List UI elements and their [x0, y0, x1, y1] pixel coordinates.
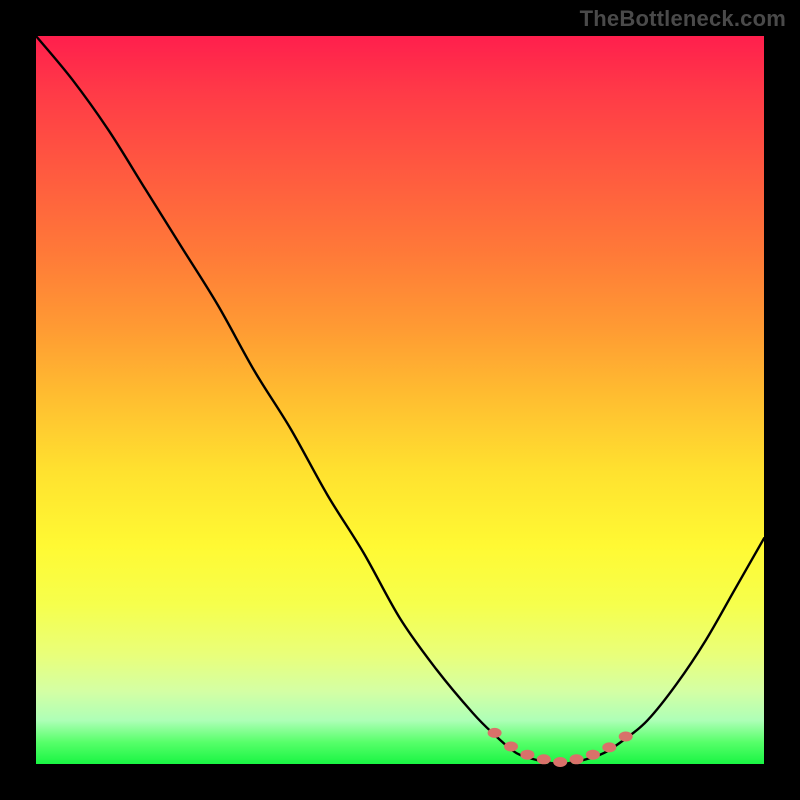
chart-frame: TheBottleneck.com	[0, 0, 800, 800]
valley-dot	[570, 754, 584, 764]
valley-dot	[537, 754, 551, 764]
valley-dot	[488, 728, 502, 738]
chart-overlay	[36, 36, 764, 764]
valley-dot	[553, 757, 567, 767]
valley-dot	[520, 750, 534, 760]
bottleneck-curve	[36, 36, 764, 764]
plot-area	[36, 36, 764, 764]
minimum-dots	[488, 728, 633, 767]
valley-dot	[586, 750, 600, 760]
watermark-text: TheBottleneck.com	[580, 6, 786, 32]
valley-dot	[504, 742, 518, 752]
valley-dot	[602, 742, 616, 752]
valley-dot	[619, 732, 633, 742]
